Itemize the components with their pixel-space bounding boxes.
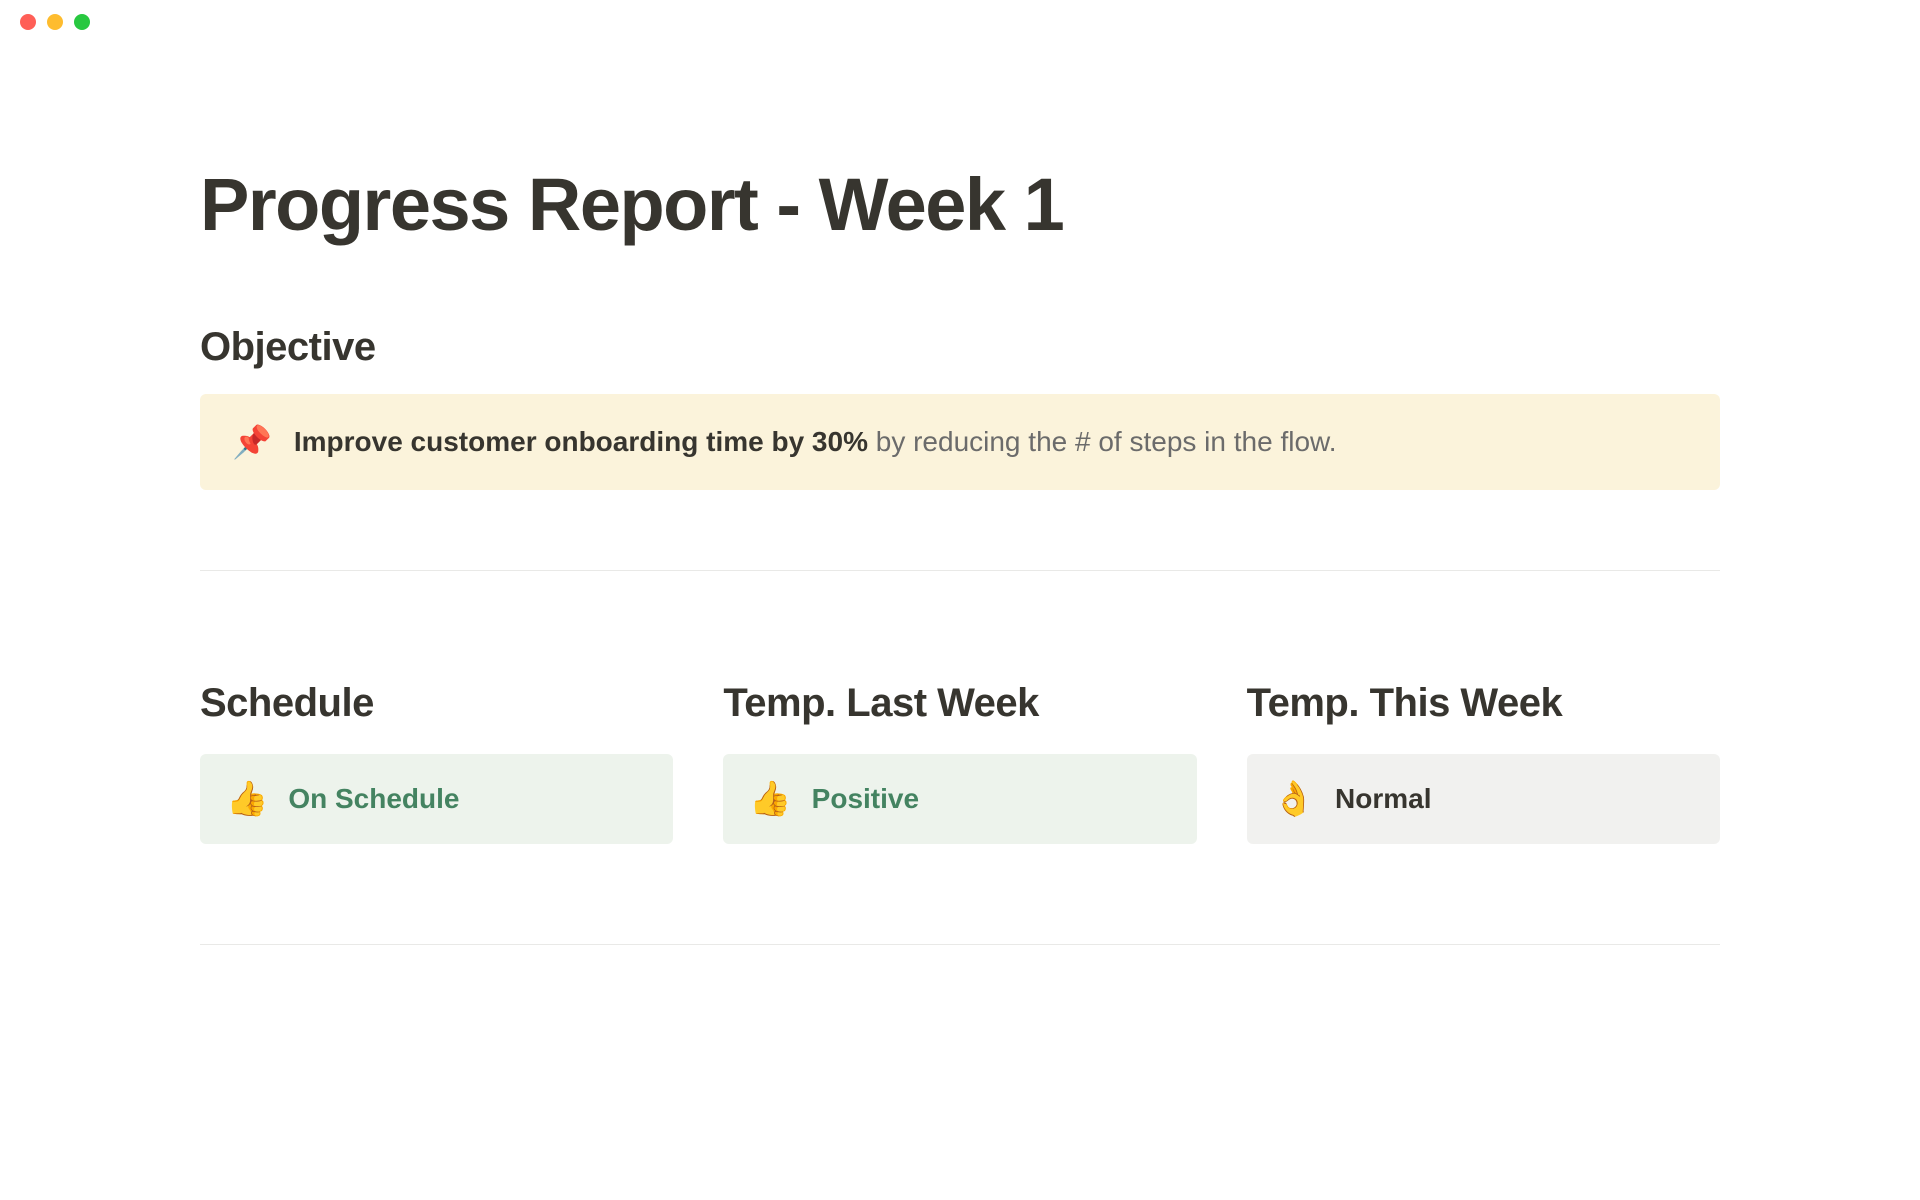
- minimize-window-button[interactable]: [47, 14, 63, 30]
- schedule-heading: Schedule: [200, 681, 673, 726]
- section-divider: [200, 944, 1720, 945]
- temp-this-week-column: Temp. This Week 👌 Normal: [1247, 681, 1720, 844]
- window-titlebar: [0, 0, 1920, 44]
- temp-last-week-card: 👍 Positive: [723, 754, 1196, 844]
- status-row: Schedule 👍 On Schedule Temp. Last Week 👍…: [200, 681, 1720, 844]
- temp-this-week-heading: Temp. This Week: [1247, 681, 1720, 726]
- schedule-label: On Schedule: [288, 783, 459, 815]
- objective-heading: Objective: [200, 325, 1720, 370]
- objective-bold-text: Improve customer onboarding time by 30%: [294, 426, 868, 457]
- ok-hand-icon: 👌: [1273, 782, 1315, 816]
- thumbs-up-icon: 👍: [749, 782, 791, 816]
- objective-text: Improve customer onboarding time by 30% …: [294, 422, 1337, 461]
- schedule-column: Schedule 👍 On Schedule: [200, 681, 673, 844]
- thumbs-up-icon: 👍: [226, 782, 268, 816]
- maximize-window-button[interactable]: [74, 14, 90, 30]
- temp-last-week-column: Temp. Last Week 👍 Positive: [723, 681, 1196, 844]
- temp-this-week-card: 👌 Normal: [1247, 754, 1720, 844]
- temp-this-week-label: Normal: [1335, 783, 1431, 815]
- app-window: Progress Report - Week 1 Objective 📌 Imp…: [0, 0, 1920, 1200]
- section-divider: [200, 570, 1720, 571]
- schedule-card: 👍 On Schedule: [200, 754, 673, 844]
- temp-last-week-heading: Temp. Last Week: [723, 681, 1196, 726]
- page-content: Progress Report - Week 1 Objective 📌 Imp…: [0, 44, 1920, 945]
- close-window-button[interactable]: [20, 14, 36, 30]
- objective-callout: 📌 Improve customer onboarding time by 30…: [200, 394, 1720, 489]
- temp-last-week-label: Positive: [812, 783, 919, 815]
- pushpin-icon: 📌: [232, 426, 272, 458]
- objective-rest-text: by reducing the # of steps in the flow.: [868, 426, 1337, 457]
- page-title: Progress Report - Week 1: [200, 164, 1720, 245]
